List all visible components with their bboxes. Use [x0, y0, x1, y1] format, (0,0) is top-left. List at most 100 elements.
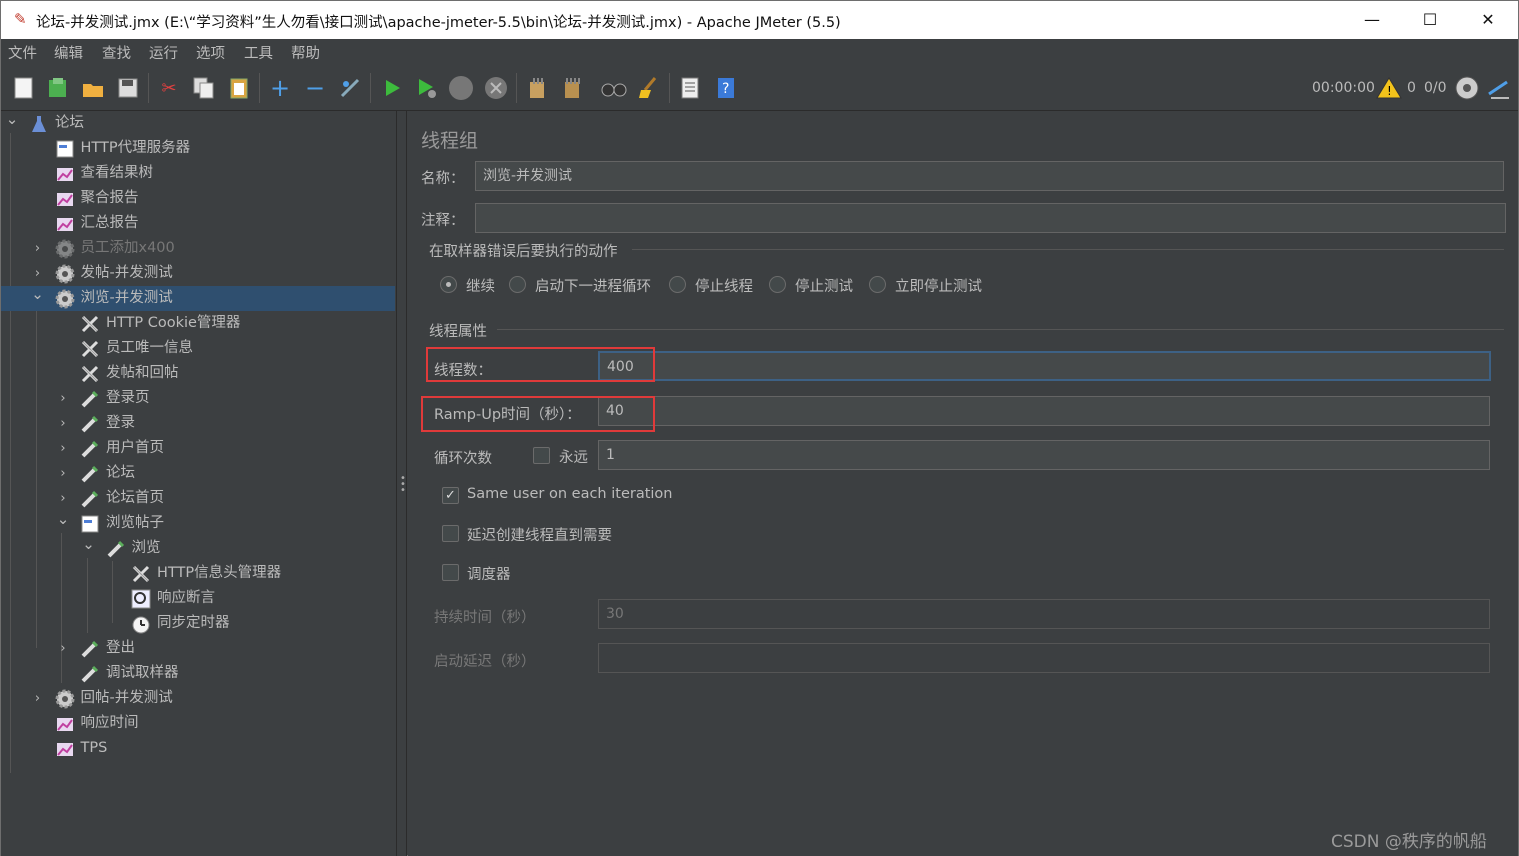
radio-stop-thread[interactable] — [669, 276, 686, 293]
menu-tools[interactable]: 工具 — [244, 42, 273, 63]
collapsed-arrow-icon[interactable]: › — [56, 436, 70, 461]
tree-node[interactable]: › 用户首页 — [1, 436, 395, 461]
radio-stop-test-now[interactable] — [869, 276, 886, 293]
paste-icon[interactable] — [226, 75, 252, 101]
shutdown-icon[interactable] — [483, 75, 509, 101]
splitter-handle[interactable]: • • • — [397, 111, 407, 856]
close-button[interactable]: ✕ — [1459, 1, 1517, 39]
menu-search[interactable]: 查找 — [102, 42, 131, 63]
tree-node[interactable]: › 论坛 — [1, 461, 395, 486]
menu-options[interactable]: 选项 — [196, 42, 225, 63]
search-binoculars-icon[interactable] — [601, 75, 627, 101]
error-count: 0 — [1407, 80, 1416, 96]
expand-arrow-icon[interactable]: ⌄ — [82, 532, 96, 557]
copy-icon[interactable] — [191, 75, 217, 101]
collapsed-arrow-icon[interactable]: › — [56, 411, 70, 436]
save-icon[interactable] — [115, 75, 141, 101]
radio-start-next-loop[interactable] — [509, 276, 526, 293]
forever-checkbox[interactable] — [533, 447, 550, 464]
sampler-icon — [80, 414, 100, 433]
expand-icon[interactable]: + — [267, 74, 293, 102]
tree-node[interactable]: ⌄ 论坛 — [1, 110, 395, 136]
tree-node[interactable]: 响应时间 — [1, 711, 395, 736]
tree-node[interactable]: › 员工添加x400 — [1, 236, 395, 261]
radio-stop-test-now-label: 立即停止测试 — [895, 279, 982, 295]
menu-run[interactable]: 运行 — [149, 42, 178, 63]
open-icon[interactable] — [80, 75, 106, 101]
tree-node[interactable]: › 登录页 — [1, 386, 395, 411]
maximize-button[interactable]: ☐ — [1401, 1, 1459, 39]
menu-edit[interactable]: 编辑 — [54, 42, 83, 63]
tree-node[interactable]: 响应断言 — [1, 586, 395, 611]
name-field[interactable]: 浏览-并发测试 — [475, 161, 1504, 191]
collapsed-arrow-icon[interactable]: › — [56, 386, 70, 411]
duration-field[interactable]: 30 — [598, 599, 1490, 629]
help-icon[interactable]: ? — [713, 75, 739, 101]
listener-icon — [55, 714, 75, 733]
same-user-checkbox[interactable]: ✓ — [442, 487, 459, 504]
collapsed-arrow-icon[interactable]: › — [56, 461, 70, 486]
collapsed-arrow-icon[interactable]: › — [56, 636, 70, 661]
toggle-icon[interactable] — [337, 75, 363, 101]
tree-node[interactable]: HTTP信息头管理器 — [1, 561, 395, 586]
log-viewer-icon[interactable] — [1486, 75, 1512, 101]
warning-icon[interactable]: ! — [1376, 75, 1402, 101]
tree-node[interactable]: 查看结果树 — [1, 161, 395, 186]
config-icon — [80, 339, 100, 358]
watermark: CSDN @秩序的帆船 — [1331, 832, 1487, 852]
rampup-field[interactable]: 40 — [598, 396, 1490, 426]
clear-icon[interactable] — [524, 75, 550, 101]
loop-count-field[interactable]: 1 — [598, 440, 1490, 470]
radio-continue[interactable] — [440, 276, 457, 293]
scheduler-checkbox[interactable] — [442, 564, 459, 581]
stop-icon[interactable] — [448, 75, 474, 101]
radio-stop-thread-label: 停止线程 — [695, 279, 753, 295]
tree-node[interactable]: 汇总报告 — [1, 211, 395, 236]
threads-field[interactable]: 400 — [598, 351, 1491, 381]
tree-node[interactable]: 调试取样器 — [1, 661, 395, 686]
start-icon[interactable] — [379, 75, 405, 101]
tree-node[interactable]: HTTP代理服务器 — [1, 136, 395, 161]
tree-node[interactable]: 聚合报告 — [1, 186, 395, 211]
tree-node[interactable]: HTTP Cookie管理器 — [1, 311, 395, 336]
expand-arrow-icon[interactable]: ⌄ — [5, 107, 19, 132]
templates-icon[interactable] — [45, 75, 71, 101]
startup-delay-field[interactable] — [598, 643, 1490, 673]
tree-node[interactable]: ⌄ 浏览-并发测试 — [1, 285, 395, 311]
tree-node-label: 回帖-并发测试 — [80, 690, 173, 706]
cut-icon[interactable]: ✂ — [156, 75, 182, 101]
tree-node[interactable]: › 回帖-并发测试 — [1, 686, 395, 711]
minimize-button[interactable]: — — [1343, 1, 1401, 39]
radio-stop-test[interactable] — [769, 276, 786, 293]
expand-arrow-icon[interactable]: ⌄ — [31, 282, 45, 307]
remote-status-icon[interactable] — [1454, 75, 1480, 101]
tree-node-label: 同步定时器 — [157, 615, 230, 631]
svg-text:?: ? — [722, 81, 729, 97]
tree-node[interactable]: 同步定时器 — [1, 611, 395, 636]
tree-node[interactable]: › 登录 — [1, 411, 395, 436]
clear-all-icon[interactable] — [559, 75, 585, 101]
comment-field[interactable] — [475, 203, 1506, 233]
thread-group-icon — [55, 689, 75, 708]
reset-search-icon[interactable] — [636, 75, 662, 101]
tree-node-label: 论坛首页 — [106, 490, 164, 506]
tree-node-label: HTTP代理服务器 — [80, 140, 191, 156]
function-helper-icon[interactable] — [677, 75, 703, 101]
collapsed-arrow-icon[interactable]: › — [31, 236, 45, 261]
tree-node[interactable]: ⌄ 浏览帖子 — [1, 510, 395, 536]
menu-help[interactable]: 帮助 — [291, 42, 320, 63]
tree-node[interactable]: 发帖和回帖 — [1, 361, 395, 386]
menu-file[interactable]: 文件 — [8, 42, 37, 63]
new-icon[interactable] — [11, 75, 37, 101]
collapsed-arrow-icon[interactable]: › — [31, 686, 45, 711]
tree-node[interactable]: TPS — [1, 736, 395, 761]
tree-node-label: 发帖-并发测试 — [80, 265, 173, 281]
tree-node[interactable]: 员工唯一信息 — [1, 336, 395, 361]
tree-node[interactable]: › 发帖-并发测试 — [1, 261, 395, 286]
delay-thread-creation-checkbox[interactable] — [442, 525, 459, 542]
tree-node[interactable]: ⌄ 浏览 — [1, 535, 395, 561]
tree-node[interactable]: › 登出 — [1, 636, 395, 661]
collapse-icon[interactable]: − — [302, 74, 328, 102]
expand-arrow-icon[interactable]: ⌄ — [56, 507, 70, 532]
start-no-pause-icon[interactable] — [414, 75, 440, 101]
